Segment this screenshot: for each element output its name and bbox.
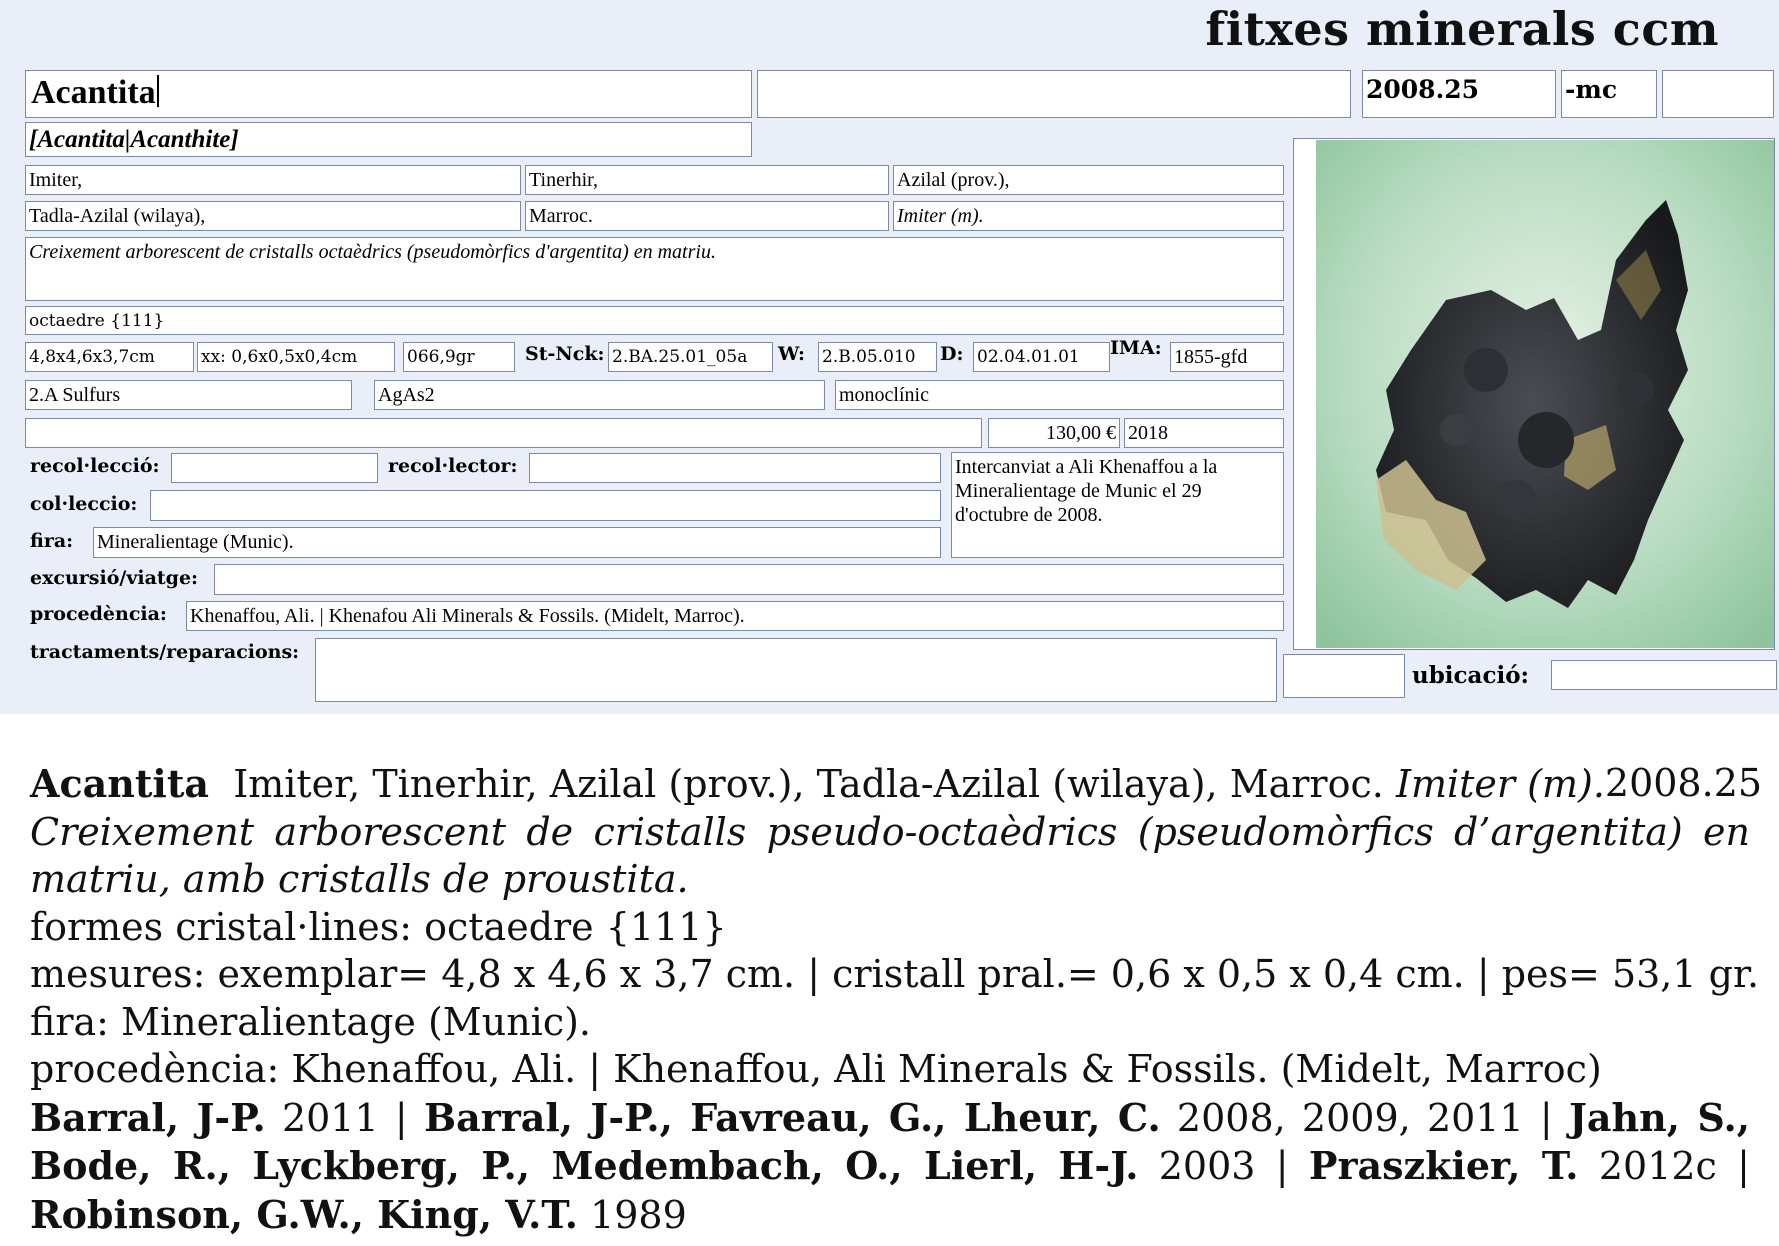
origin-label: procedència: [30,603,167,625]
year-field[interactable]: 2018 [1124,418,1284,448]
mineral-card-form: fitxes minerals ccm Acantita 2008.25 -mc… [0,0,1779,714]
text-cursor [156,75,159,107]
class-field[interactable]: 2.A Sulfurs [25,380,352,410]
d-label: D: [940,343,964,365]
system-field[interactable]: monoclínic [835,380,1284,410]
recollection-label: recol·lecció: [30,455,160,477]
specimen-photo-frame [1293,138,1775,650]
notes-field[interactable]: Intercanviat a Ali Khenaffou a la Minera… [951,452,1284,558]
summary-refs-line-1: Barral, J-P. 2011 | Barral, J-P., Favrea… [30,1094,1750,1140]
location-code-field[interactable] [1283,654,1405,698]
name-field[interactable]: Acantita [25,70,752,118]
summary-forms: formes cristal·lines: octaedre {111} [30,904,727,949]
w-label: W: [778,343,806,365]
price-field[interactable]: 130,00 € [988,418,1120,448]
collection-field[interactable] [150,490,941,521]
location-label: ubicació: [1412,662,1530,689]
collector-label: recol·lector: [388,455,518,477]
summary-description-a: Creixement arborescent de cristalls pseu… [30,809,1750,854]
collection-label: col·leccio: [30,493,138,515]
summary-measures: mesures: exemplar= 4,8 x 4,6 x 3,7 cm. |… [30,952,1760,996]
name-value: Acantita [31,74,156,111]
summary-block: Acantita Imiter, Tinerhir, Azilal (prov.… [30,760,1762,1239]
locality-field-5[interactable]: Marroc. [525,201,889,231]
summary-fair: fira: Mineralientage (Munic). [30,999,592,1044]
summary-name: Acantita [30,761,210,806]
location-field[interactable] [1551,660,1777,690]
fair-field[interactable]: Mineralientage (Munic). [93,527,941,558]
summary-refs-line-3: Robinson, G.W., King, V.T. 1989 [30,1191,687,1237]
summary-locality: Imiter, Tinerhir, Azilal (prov.), Tadla-… [233,762,1384,806]
recollection-field[interactable] [171,453,378,483]
code-extra-field[interactable] [1662,70,1774,118]
misc-field[interactable] [25,418,982,448]
summary-origin: procedència: Khenaffou, Ali. | Khenaffou… [30,1047,1602,1091]
weight-field[interactable]: 066,9gr [403,342,515,372]
strunz-field[interactable]: 2.BA.25.01_05a [608,342,773,372]
brand-title: fitxes minerals ccm [1205,2,1719,56]
locality-field-4[interactable]: Tadla-Azilal (wilaya), [25,201,521,231]
code-field[interactable]: 2008.25 [1362,70,1556,118]
origin-field[interactable]: Khenaffou, Ali. | Khenafou Ali Minerals … [186,601,1284,631]
summary-description-b: matriu, amb cristalls de proustita. [30,857,689,901]
trip-field[interactable] [214,564,1284,595]
summary-refs-line-2: Bode, R., Lyckberg, P., Medembach, O., L… [30,1143,1750,1188]
fair-label: fira: [30,530,74,552]
trip-label: excursió/viatge: [30,567,199,589]
description-field[interactable]: Creixement arborescent de cristalls octa… [25,237,1284,301]
strunz-label: St-Nck: [525,343,605,365]
forms-field[interactable]: octaedre {111} [25,306,1284,335]
locality-field-3[interactable]: Azilal (prov.), [893,165,1284,195]
d-field[interactable]: 02.04.01.01 [973,342,1110,372]
summary-header-left: Acantita Imiter, Tinerhir, Azilal (prov.… [30,760,1605,809]
w-field[interactable]: 2.B.05.010 [818,342,937,372]
treatment-field[interactable] [315,638,1277,702]
treatment-label: tractaments/reparacions: [30,641,300,663]
summary-mine: Imiter (m). [1395,762,1605,806]
ima-field[interactable]: 1855-gfd [1170,342,1284,372]
suffix-field[interactable]: -mc [1561,70,1657,118]
mine-field[interactable]: Imiter (m). [893,201,1284,231]
synonyms-field[interactable]: [Acantita|Acanthite] [25,122,752,157]
name-extra-field[interactable] [757,70,1351,118]
collector-field[interactable] [529,453,941,483]
crystal-size-field[interactable]: xx: 0,6x0,5x0,4cm [197,342,395,372]
summary-header: Acantita Imiter, Tinerhir, Azilal (prov.… [30,760,1762,809]
size-field[interactable]: 4,8x4,6x3,7cm [25,342,194,372]
specimen-photo[interactable] [1316,140,1774,648]
summary-code: 2008.25 [1604,761,1763,805]
locality-field-1[interactable]: Imiter, [25,165,521,195]
locality-field-2[interactable]: Tinerhir, [525,165,889,195]
formula-field[interactable]: AgAs2 [374,380,825,410]
ima-label: IMA: [1110,337,1162,359]
